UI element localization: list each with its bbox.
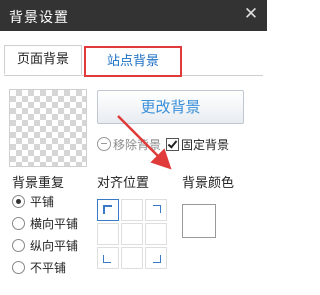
close-icon[interactable]: ✕ xyxy=(242,5,260,23)
dialog-title: 背景设置 xyxy=(9,10,69,26)
repeat-option-label: 不平铺 xyxy=(30,261,67,275)
repeat-option-tile[interactable]: 平铺 xyxy=(12,193,54,211)
minus-circle-icon xyxy=(97,137,111,151)
repeat-option-horizontal[interactable]: 横向平铺 xyxy=(12,215,78,233)
tab-bar: 页面背景 站点背景 xyxy=(4,45,263,77)
repeat-label: 背景重复 xyxy=(12,176,65,191)
repeat-option-label: 平铺 xyxy=(30,195,55,209)
tab-page-background[interactable]: 页面背景 xyxy=(4,45,82,74)
fixed-background-label: 固定背景 xyxy=(181,138,230,152)
align-bottom-left[interactable] xyxy=(97,247,119,269)
align-bottom-right[interactable] xyxy=(145,247,167,269)
red-arrow-annotation xyxy=(117,115,172,170)
corner-top-left-icon xyxy=(103,205,112,214)
radio-unchecked[interactable] xyxy=(12,239,25,252)
align-bottom-center[interactable] xyxy=(121,247,143,269)
align-top-center[interactable] xyxy=(121,199,143,221)
repeat-option-none[interactable]: 不平铺 xyxy=(12,259,66,277)
repeat-option-vertical[interactable]: 纵向平铺 xyxy=(12,237,78,255)
repeat-option-label: 纵向平铺 xyxy=(30,239,79,253)
align-middle-left[interactable] xyxy=(97,223,119,245)
align-label: 对齐位置 xyxy=(97,176,150,191)
radio-checked[interactable] xyxy=(12,195,25,208)
align-top-left[interactable] xyxy=(97,199,119,221)
corner-bottom-left-icon xyxy=(103,255,111,263)
radio-unchecked[interactable] xyxy=(12,261,25,274)
alignment-grid xyxy=(97,199,167,269)
align-top-right[interactable] xyxy=(145,199,167,221)
tab-site-background[interactable]: 站点背景 xyxy=(84,46,182,77)
repeat-option-label: 横向平铺 xyxy=(30,217,79,231)
radio-unchecked[interactable] xyxy=(12,217,25,230)
corner-top-right-icon xyxy=(153,205,161,213)
dialog-body: 页面背景 站点背景 更改背景 移除背景 固定背景 背景重复 对齐位置 背景颜色 … xyxy=(0,31,267,295)
background-color-swatch[interactable] xyxy=(182,204,216,238)
color-label: 背景颜色 xyxy=(182,176,235,191)
corner-bottom-right-icon xyxy=(153,255,161,263)
fixed-background-option[interactable]: 固定背景 xyxy=(166,137,229,153)
align-center[interactable] xyxy=(121,223,143,245)
dialog-titlebar: 背景设置 ✕ xyxy=(0,0,267,31)
align-middle-right[interactable] xyxy=(145,223,167,245)
background-preview xyxy=(9,89,87,167)
